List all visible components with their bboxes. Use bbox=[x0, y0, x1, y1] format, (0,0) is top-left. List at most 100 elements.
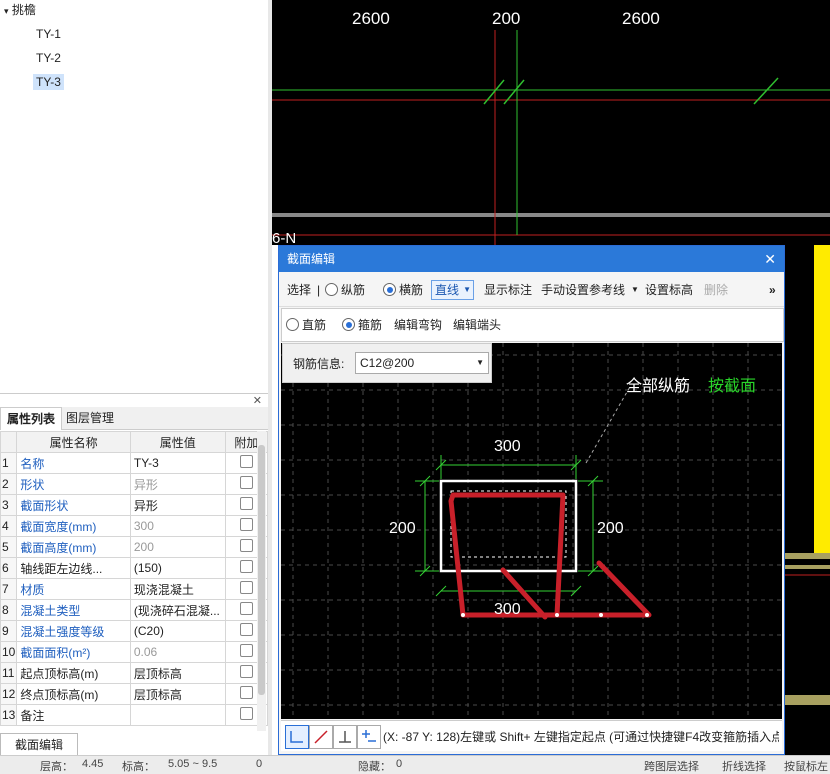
edit-end-button[interactable]: 编辑端头 bbox=[453, 311, 501, 339]
section-drawing: 300 200 200 300 全部纵筋 按截面 bbox=[281, 343, 782, 719]
table-row[interactable]: 6 轴线距左边线... (150) bbox=[0, 557, 269, 579]
component-tree: ▾ 挑檐 TY-1 TY-2 TY-3 bbox=[0, 0, 268, 388]
property-tabs: 属性列表 图层管理 bbox=[0, 407, 268, 430]
tree-item-ty2[interactable]: TY-2 bbox=[36, 48, 61, 68]
property-panel: ✕ 属性列表 图层管理 属性名称 属性值 附加 1 名称 TY-3 2 形状 异形 3 截面形… bbox=[0, 393, 269, 734]
table-row[interactable]: 13 备注 bbox=[0, 704, 269, 726]
delete-button[interactable]: 删除 bbox=[704, 276, 728, 304]
extra-checkbox[interactable] bbox=[239, 560, 253, 573]
row-number: 6 bbox=[0, 557, 18, 579]
table-row[interactable]: 10 截面面积(m²) 0.06 bbox=[0, 641, 269, 663]
tab-property-list[interactable]: 属性列表 bbox=[0, 407, 63, 430]
property-value[interactable]: 异形 bbox=[129, 494, 226, 516]
ortho-mode-button[interactable] bbox=[285, 725, 309, 749]
tree-item-ty3[interactable]: TY-3 bbox=[33, 72, 64, 92]
property-name: 名称 bbox=[16, 452, 131, 474]
set-elev-button[interactable]: 设置标高 bbox=[645, 276, 693, 304]
collapse-icon[interactable]: ▾ bbox=[4, 6, 9, 16]
tree-root-tiaoyan[interactable]: ▾ 挑檐 bbox=[4, 0, 36, 20]
rebar-info-select[interactable]: C12@200 ▼ bbox=[355, 352, 489, 374]
row-number: 11 bbox=[0, 662, 18, 684]
property-value[interactable]: 0.06 bbox=[129, 641, 226, 663]
property-name: 轴线距左边线... bbox=[16, 557, 131, 579]
polyline-select[interactable]: 折线选择 bbox=[722, 758, 766, 774]
extra-checkbox[interactable] bbox=[239, 686, 253, 699]
tab-layer-manage[interactable]: 图层管理 bbox=[60, 407, 120, 429]
row-number: 5 bbox=[0, 536, 18, 558]
close-icon[interactable]: ✕ bbox=[764, 246, 776, 272]
extra-checkbox[interactable] bbox=[239, 644, 253, 657]
dialog-title: 截面编辑 bbox=[287, 252, 336, 266]
extra-checkbox[interactable] bbox=[239, 539, 253, 552]
close-icon[interactable]: ✕ bbox=[253, 394, 262, 407]
tree-item-ty1[interactable]: TY-1 bbox=[36, 24, 61, 44]
table-row[interactable]: 2 形状 异形 bbox=[0, 473, 269, 495]
cad-drawing-view[interactable]: 2600 200 2600 6-N bbox=[272, 0, 830, 245]
property-value[interactable]: 现浇混凝土 bbox=[129, 578, 226, 600]
table-row[interactable]: 12 终点顶标高(m) 层顶标高 bbox=[0, 683, 269, 705]
extra-checkbox[interactable] bbox=[239, 455, 253, 468]
chevron-down-icon[interactable]: ▼ bbox=[631, 276, 639, 304]
extra-checkbox[interactable] bbox=[239, 581, 253, 594]
cad-drawing-svg: 2600 200 2600 6-N bbox=[272, 9, 830, 245]
property-name: 材质 bbox=[16, 578, 131, 600]
scrollbar[interactable] bbox=[257, 431, 266, 731]
property-value[interactable]: 300 bbox=[129, 515, 226, 537]
property-name: 截面面积(m²) bbox=[16, 641, 131, 663]
radio-transverse[interactable]: 横筋 bbox=[383, 276, 423, 304]
table-row[interactable]: 4 截面宽度(mm) 300 bbox=[0, 515, 269, 537]
insert-point-icon bbox=[362, 730, 376, 742]
row-number: 1 bbox=[0, 452, 18, 474]
extra-checkbox[interactable] bbox=[239, 602, 253, 615]
property-value[interactable]: TY-3 bbox=[129, 452, 226, 474]
cross-layer-select[interactable]: 跨图层选择 bbox=[644, 758, 699, 774]
table-row[interactable]: 11 起点顶标高(m) 层顶标高 bbox=[0, 662, 269, 684]
property-value[interactable]: 层顶标高 bbox=[129, 662, 226, 684]
select-button[interactable]: 选择 bbox=[287, 276, 311, 304]
show-dim-button[interactable]: 显示标注 bbox=[484, 276, 532, 304]
property-value[interactable]: 200 bbox=[129, 536, 226, 558]
property-value[interactable]: (现浇碎石混凝... bbox=[129, 599, 226, 621]
property-name: 截面高度(mm) bbox=[16, 536, 131, 558]
perpendicular-button[interactable] bbox=[333, 725, 357, 749]
table-row[interactable]: 9 混凝土强度等级 (C20) bbox=[0, 620, 269, 642]
property-value[interactable]: (C20) bbox=[129, 620, 226, 642]
radio-stirrup[interactable]: 箍筋 bbox=[342, 311, 382, 339]
table-row[interactable]: 3 截面形状 异形 bbox=[0, 494, 269, 516]
row-number: 7 bbox=[0, 578, 18, 600]
extra-checkbox[interactable] bbox=[239, 707, 253, 720]
manual-ref-button[interactable]: 手动设置参考线 bbox=[541, 276, 625, 304]
snap-icon bbox=[314, 730, 328, 744]
extra-checkbox[interactable] bbox=[239, 623, 253, 636]
line-mode-combo[interactable]: 直线 ▼ bbox=[431, 276, 475, 304]
more-tools-icon[interactable]: » bbox=[769, 276, 776, 304]
property-name: 起点顶标高(m) bbox=[16, 662, 131, 684]
extra-checkbox[interactable] bbox=[239, 476, 253, 489]
dialog-titlebar[interactable]: 截面编辑 ✕ bbox=[279, 246, 784, 272]
table-row[interactable]: 7 材质 现浇混凝土 bbox=[0, 578, 269, 600]
property-name: 混凝土强度等级 bbox=[16, 620, 131, 642]
cad-drawing-view-right[interactable] bbox=[784, 245, 830, 773]
extra-checkbox[interactable] bbox=[239, 665, 253, 678]
stirrup-rebar bbox=[448, 492, 652, 620]
property-value[interactable]: 层顶标高 bbox=[129, 683, 226, 705]
property-value[interactable]: (150) bbox=[129, 557, 226, 579]
property-name: 备注 bbox=[16, 704, 131, 726]
extra-checkbox[interactable] bbox=[239, 518, 253, 531]
section-canvas[interactable]: 300 200 200 300 全部纵筋 按截面 bbox=[281, 343, 782, 719]
row-number: 4 bbox=[0, 515, 18, 537]
radio-straight[interactable]: 直筋 bbox=[286, 311, 326, 339]
property-value[interactable]: 异形 bbox=[129, 473, 226, 495]
table-row[interactable]: 1 名称 TY-3 bbox=[0, 452, 269, 474]
table-row[interactable]: 8 混凝土类型 (现浇碎石混凝... bbox=[0, 599, 269, 621]
extra-checkbox[interactable] bbox=[239, 497, 253, 510]
radio-longitudinal[interactable]: 纵筋 bbox=[325, 276, 365, 304]
property-name: 形状 bbox=[16, 473, 131, 495]
property-value[interactable] bbox=[129, 704, 226, 726]
property-table: 属性名称 属性值 附加 1 名称 TY-3 2 形状 异形 3 截面形状 异形 4 截面宽度(mm)… bbox=[0, 431, 269, 726]
edit-hook-button[interactable]: 编辑弯钩 bbox=[394, 311, 442, 339]
insert-point-button[interactable] bbox=[357, 725, 381, 749]
section-edit-button[interactable]: 截面编辑 bbox=[0, 733, 78, 756]
snap-mode-button[interactable] bbox=[309, 725, 333, 749]
table-row[interactable]: 5 截面高度(mm) 200 bbox=[0, 536, 269, 558]
